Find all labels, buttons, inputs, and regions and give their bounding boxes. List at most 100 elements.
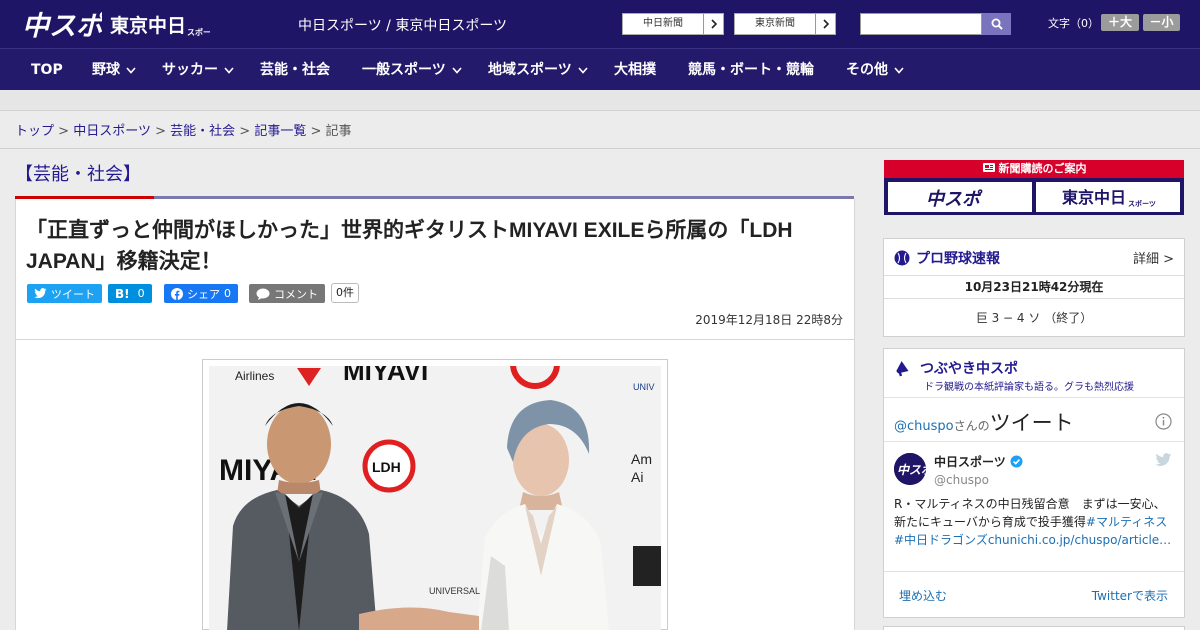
- comment-count: 0件: [331, 283, 359, 303]
- speech-bubble-icon: [256, 288, 270, 300]
- baseball-card-header: プロ野球速報: [894, 248, 1000, 268]
- nav-label: 地域スポーツ: [488, 61, 572, 78]
- tokyo-shimbun-link[interactable]: 東京新聞: [734, 13, 836, 35]
- svg-text:LDH: LDH: [372, 459, 401, 475]
- nav-label: 大相撲: [614, 61, 656, 78]
- tweet-button[interactable]: ツイート: [27, 284, 102, 303]
- divider: [884, 571, 1184, 572]
- svg-text:中スポ: 中スポ: [926, 189, 983, 209]
- nav-racing[interactable]: 競馬・ボート・競輪: [688, 49, 814, 91]
- twitter-handle-link[interactable]: @chuspo: [894, 419, 954, 434]
- newspaper-icon: [982, 163, 995, 172]
- twitter-widget-title: ツイート: [989, 411, 1074, 435]
- search-button[interactable]: [982, 13, 1011, 35]
- breadcrumb-separator: >: [58, 124, 70, 139]
- breadcrumb-entertainment[interactable]: 芸能・社会: [170, 124, 235, 139]
- article-header-card: 「正直ずっと仲間がほしかった」世界的ギタリストMIYAVI EXILEら所属の「…: [15, 199, 855, 340]
- tweet-url-link[interactable]: chunichi.co.jp/chuspo/article…: [988, 533, 1171, 547]
- twitter-bird-icon: [34, 288, 47, 299]
- publish-date: 2019年12月18日 22時8分: [695, 313, 843, 327]
- hatena-bookmark-button[interactable]: B! 0: [108, 284, 152, 303]
- view-on-twitter-link[interactable]: Twitterで表示: [1092, 587, 1168, 604]
- font-decrease-button[interactable]: －小: [1143, 14, 1180, 31]
- nav-general-sports[interactable]: 一般スポーツ: [362, 49, 462, 91]
- svg-text:中スポ: 中スポ: [897, 463, 926, 477]
- comment-button[interactable]: コメント: [249, 284, 325, 303]
- search-input[interactable]: [860, 13, 982, 35]
- avatar[interactable]: 中スポ: [894, 453, 926, 485]
- nav-entertainment[interactable]: 芸能・社会: [260, 49, 330, 91]
- baseball-score[interactable]: 巨 3 − 4 ソ （終了）: [884, 309, 1184, 326]
- svg-text:中スポ: 中スポ: [22, 11, 102, 42]
- twitter-account-name[interactable]: 中日スポーツ: [934, 453, 1023, 470]
- svg-text:MIYAVI: MIYAVI: [343, 366, 428, 386]
- breadcrumb-chunichi-sports[interactable]: 中日スポーツ: [73, 124, 151, 139]
- baseball-updated-time: 10月23日21時42分現在: [884, 275, 1184, 299]
- tokyo-chunichi-subscribe-logo[interactable]: 東京中日 スポーツ: [1036, 182, 1180, 212]
- main-nav: TOP 野球 サッカー 芸能・社会 一般スポーツ 地域スポーツ 大相撲 競馬・ボ…: [0, 48, 1200, 90]
- nav-other[interactable]: その他: [846, 49, 904, 91]
- subscription-banner-heading: 新聞購読のご案内: [884, 160, 1184, 178]
- twitter-card-title: つぶやき中スポ: [920, 361, 1018, 377]
- tweet-line: #中日ドラゴンズchunichi.co.jp/chuspo/article…: [894, 531, 1179, 549]
- breadcrumb-article-list[interactable]: 記事一覧: [254, 124, 306, 139]
- nav-soccer[interactable]: サッカー: [162, 49, 234, 91]
- svg-text:Ai: Ai: [631, 469, 643, 485]
- article-photo-frame: Airlines MIYAVI UNIV MIYAVI LDH UNIVERSA…: [202, 359, 668, 630]
- account-name-text: 中日スポーツ: [934, 455, 1006, 469]
- baseball-scores-card: プロ野球速報 詳細 > 10月23日21時42分現在 巨 3 − 4 ソ （終了…: [883, 238, 1185, 337]
- breadcrumb-top[interactable]: トップ: [15, 124, 54, 139]
- breadcrumb-separator: >: [310, 124, 322, 139]
- nav-label: TOP: [31, 61, 63, 78]
- twitter-widget-header: @chuspoさんのツイート: [894, 407, 1074, 437]
- embed-link[interactable]: 埋め込む: [899, 587, 947, 604]
- chunichi-shimbun-link[interactable]: 中日新聞: [622, 13, 724, 35]
- search-icon: [991, 18, 1003, 30]
- article-title: 「正直ずっと仲間がほしかった」世界的ギタリストMIYAVI EXILEら所属の「…: [26, 219, 793, 273]
- nav-local-sports[interactable]: 地域スポーツ: [488, 49, 588, 91]
- nav-label: 野球: [92, 61, 120, 78]
- tokyo-chunichi-logo[interactable]: 東京中日 スポーツ: [110, 10, 210, 40]
- tweet-text: R・マルティネスの中日残留合意 まずは一安心、 新たにキューバから育成で投手獲得…: [894, 495, 1179, 549]
- chevron-right-icon: [703, 14, 723, 34]
- nav-label: 芸能・社会: [260, 61, 330, 78]
- nav-label: その他: [846, 61, 888, 78]
- site-title: 中日スポーツ / 東京中日スポーツ: [298, 18, 508, 34]
- nav-label: サッカー: [162, 61, 218, 78]
- subscription-banner-text: 新聞購読のご案内: [998, 162, 1087, 175]
- twitter-screen-name[interactable]: @chuspo: [934, 473, 989, 487]
- hatena-icon: B!: [115, 286, 130, 301]
- paper-link-label: 東京新聞: [755, 18, 795, 29]
- hashtag-link[interactable]: #中日ドラゴンズ: [894, 533, 988, 547]
- article-photo[interactable]: Airlines MIYAVI UNIV MIYAVI LDH UNIVERSA…: [209, 366, 661, 630]
- breadcrumb-current: 記事: [325, 124, 352, 139]
- hashtag-link[interactable]: #マルティネス: [1086, 515, 1167, 529]
- chuspo-logo: 中スポ: [926, 189, 983, 209]
- tokyo-chunichi-logo: 東京中日 スポーツ: [1062, 188, 1156, 208]
- hatena-count: 0: [137, 287, 145, 300]
- chevron-right-icon: [815, 14, 835, 34]
- twitter-bird-icon[interactable]: [1155, 453, 1172, 467]
- font-increase-button[interactable]: ＋大: [1101, 14, 1139, 31]
- chuspo-logo[interactable]: 中スポ: [22, 6, 102, 42]
- baseball-card-title: プロ野球速報: [916, 251, 1000, 267]
- facebook-icon: [171, 287, 183, 300]
- svg-text:UNIV: UNIV: [633, 382, 655, 392]
- svg-text:Airlines: Airlines: [235, 369, 274, 383]
- baseball-icon: [894, 250, 910, 266]
- chuspo-subscribe-logo[interactable]: 中スポ: [888, 182, 1032, 212]
- twitter-card: つぶやき中スポ ドラ観戦の本紙評論家も語る。グラも熱烈応援 @chuspoさんの…: [883, 348, 1185, 618]
- paper-link-label: 中日新聞: [643, 18, 683, 29]
- site-header: 中スポ 東京中日 スポーツ 中日スポーツ / 東京中日スポーツ 中日新聞 東京新…: [0, 0, 1200, 48]
- subscription-banner[interactable]: 新聞購読のご案内 中スポ 東京中日 スポーツ: [884, 160, 1184, 215]
- nav-label: 競馬・ボート・競輪: [688, 61, 814, 78]
- info-icon[interactable]: [1155, 413, 1172, 430]
- nav-top[interactable]: TOP: [31, 49, 63, 91]
- nav-sumo[interactable]: 大相撲: [614, 49, 656, 91]
- svg-text:スポーツ: スポーツ: [1128, 199, 1156, 208]
- facebook-share-button[interactable]: シェア 0: [164, 284, 238, 303]
- tweet-text-segment: 新たにキューバから育成で投手獲得: [894, 515, 1086, 529]
- nav-baseball[interactable]: 野球: [92, 49, 136, 91]
- svg-text:東京中日: 東京中日: [110, 14, 186, 37]
- baseball-detail-link[interactable]: 詳細 >: [1133, 248, 1174, 267]
